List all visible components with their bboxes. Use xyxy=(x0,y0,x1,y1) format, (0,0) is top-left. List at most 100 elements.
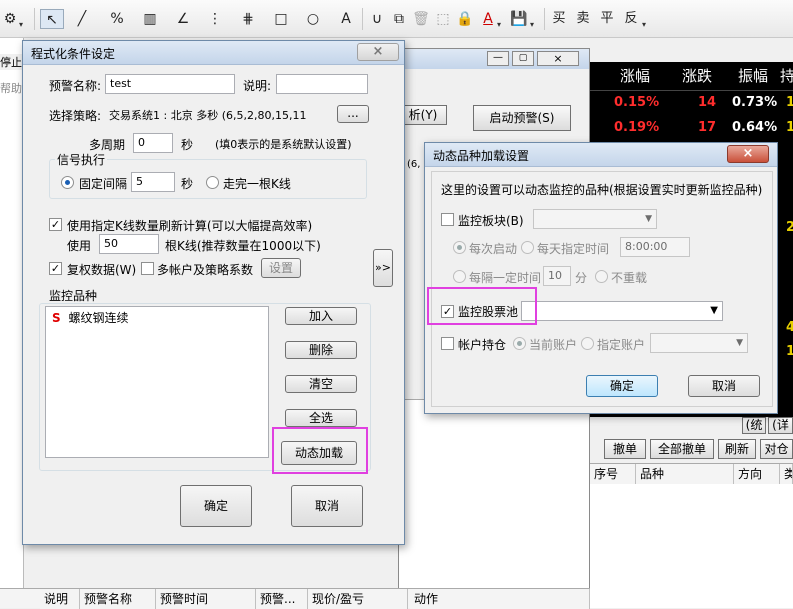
start-alert-button[interactable]: 启动预警(S) xyxy=(473,105,571,131)
interval-input[interactable]: 10 xyxy=(543,266,571,286)
clear-button[interactable]: 清空 xyxy=(285,375,357,393)
grid-header-hold[interactable]: 持 xyxy=(780,62,793,90)
dynamic-cancel-button[interactable]: 取消 xyxy=(688,375,760,397)
refresh-button[interactable]: 刷新 xyxy=(718,439,756,459)
cursor-tool-icon[interactable]: ↖ xyxy=(40,9,64,29)
bar-count-input[interactable]: 50 xyxy=(99,234,159,254)
expand-button[interactable]: »> xyxy=(373,249,393,287)
copy-icon[interactable]: ⧉ xyxy=(390,9,408,29)
channel-tool-icon[interactable]: ▥ xyxy=(140,9,160,29)
percent-tool-icon[interactable]: % xyxy=(108,9,126,29)
ellipse-tool-icon[interactable]: ○ xyxy=(304,9,322,29)
cancel-order-button[interactable]: 撤单 xyxy=(604,439,646,459)
no-reload-radio[interactable] xyxy=(595,270,608,283)
rights-checkbox[interactable]: ✓ xyxy=(49,262,62,275)
header-alert-more[interactable]: 预警... xyxy=(256,589,308,609)
stop-menu[interactable]: 停止 xyxy=(0,54,24,70)
settings-icon[interactable]: ⚙ xyxy=(2,9,18,29)
header-price-pnl[interactable]: 现价/盈亏 xyxy=(308,589,408,609)
grid-header-change-pct[interactable]: 涨幅 xyxy=(620,62,650,90)
monitor-list[interactable]: S 螺纹钢连续 xyxy=(45,306,269,458)
order-panel: (统 (详 撤单 全部撤单 刷新 对仓 序号 品种 方向 类 xyxy=(590,417,793,608)
monitor-group-title: 监控品种 xyxy=(49,289,98,303)
header-action[interactable]: 动作 xyxy=(410,589,590,609)
order-header-direction[interactable]: 方向 xyxy=(734,464,780,484)
tab-detail[interactable]: (详 xyxy=(768,417,793,434)
multi-account-checkbox[interactable] xyxy=(141,262,154,275)
daily-time-label: 每天指定时间 xyxy=(537,242,610,256)
description-input[interactable] xyxy=(276,74,368,94)
angle-tool-icon[interactable]: ∠ xyxy=(174,9,192,29)
specified-account-label: 指定账户 xyxy=(597,338,646,352)
grid-header-change[interactable]: 涨跌 xyxy=(682,62,712,90)
lock-icon[interactable]: 🔒 xyxy=(456,9,474,29)
fixed-interval-input[interactable]: 5 xyxy=(131,172,175,192)
delete-icon[interactable]: 🗑 xyxy=(412,9,430,29)
monitor-sector-checkbox[interactable] xyxy=(441,213,454,226)
background-list xyxy=(399,399,589,607)
text-tool-icon[interactable]: A xyxy=(338,9,354,29)
stock-pool-combo[interactable]: ▼ xyxy=(521,301,723,321)
strategy-browse-button[interactable]: ... xyxy=(337,105,369,123)
sell-button[interactable]: 卖 xyxy=(574,9,592,29)
row1-amplitude: 0.73% xyxy=(732,95,778,110)
dynamic-close-icon[interactable]: × xyxy=(727,145,769,163)
chevron-down-icon: ▼ xyxy=(710,305,718,316)
alert-name-input[interactable]: test xyxy=(105,74,235,94)
header-alert-name[interactable]: 预警名称 xyxy=(80,589,156,609)
add-button[interactable]: 加入 xyxy=(285,307,357,325)
delete-button[interactable]: 删除 xyxy=(285,341,357,359)
order-header-seq[interactable]: 序号 xyxy=(590,464,636,484)
match-position-button[interactable]: 对仓 xyxy=(760,439,793,459)
order-header-type[interactable]: 类 xyxy=(780,464,793,484)
save-icon[interactable]: 💾 xyxy=(510,9,528,29)
strategy-label: 选择策略: xyxy=(49,109,102,123)
sector-combo[interactable]: ▼ xyxy=(533,209,657,229)
save-dropdown-icon[interactable]: ▾ xyxy=(530,20,534,29)
background-close-icon[interactable]: × xyxy=(537,51,579,66)
current-account-radio[interactable] xyxy=(513,337,526,350)
multi-period-input[interactable]: 0 xyxy=(133,133,173,153)
dynamic-ok-button[interactable]: 确定 xyxy=(586,375,658,397)
interval-radio[interactable] xyxy=(453,270,466,283)
order-header-symbol[interactable]: 品种 xyxy=(636,464,734,484)
font-color-icon[interactable]: A xyxy=(480,9,496,29)
ok-button[interactable]: 确定 xyxy=(180,485,252,527)
settings-button[interactable]: 设置 xyxy=(261,258,301,278)
specified-account-radio[interactable] xyxy=(581,337,594,350)
account-holdings-checkbox[interactable] xyxy=(441,337,454,350)
line-tool-icon[interactable]: ╱ xyxy=(72,9,92,29)
fib-tool-icon[interactable]: ⋮ xyxy=(206,9,224,29)
trade-dropdown-icon[interactable]: ▾ xyxy=(642,20,646,29)
list-item[interactable]: S 螺纹钢连续 xyxy=(52,309,129,326)
analyze-button[interactable]: 析(Y) xyxy=(399,105,447,125)
select-all-button[interactable]: 全选 xyxy=(285,409,357,427)
minimize-icon[interactable]: — xyxy=(487,51,509,66)
header-description[interactable]: 说明 xyxy=(40,589,80,609)
walk-bar-radio[interactable] xyxy=(206,176,219,189)
condition-close-icon[interactable]: × xyxy=(357,43,399,61)
fixed-interval-radio[interactable] xyxy=(61,176,74,189)
daily-time-radio[interactable] xyxy=(521,241,534,254)
daily-time-input[interactable]: 8:00:00 xyxy=(620,237,690,257)
grid-tool-icon[interactable]: ⋕ xyxy=(238,9,258,29)
font-color-dropdown-icon[interactable]: ▾ xyxy=(497,20,501,29)
buy-button[interactable]: 买 xyxy=(550,9,568,29)
magnet-icon[interactable]: ∪ xyxy=(368,9,386,29)
tab-stats[interactable]: (统 xyxy=(742,417,766,434)
account-combo[interactable]: ▼ xyxy=(650,333,748,353)
help-menu[interactable]: 帮助( xyxy=(0,80,24,96)
cancel-all-orders-button[interactable]: 全部撤单 xyxy=(650,439,714,459)
rectangle-tool-icon[interactable]: □ xyxy=(272,9,290,29)
left-panel: 停止 帮助( xyxy=(0,38,24,608)
use-bars-checkbox[interactable]: ✓ xyxy=(49,218,62,231)
each-start-radio[interactable] xyxy=(453,241,466,254)
grid-header-amplitude[interactable]: 振幅 xyxy=(738,62,768,90)
settings-dropdown-icon[interactable]: ▾ xyxy=(19,20,23,29)
maximize-icon[interactable]: ▢ xyxy=(512,51,534,66)
reverse-button[interactable]: 反 xyxy=(622,9,640,29)
header-alert-time[interactable]: 预警时间 xyxy=(156,589,256,609)
hide-icon[interactable]: ⬚ xyxy=(434,9,452,29)
close-position-button[interactable]: 平 xyxy=(598,9,616,29)
cancel-button[interactable]: 取消 xyxy=(291,485,363,527)
